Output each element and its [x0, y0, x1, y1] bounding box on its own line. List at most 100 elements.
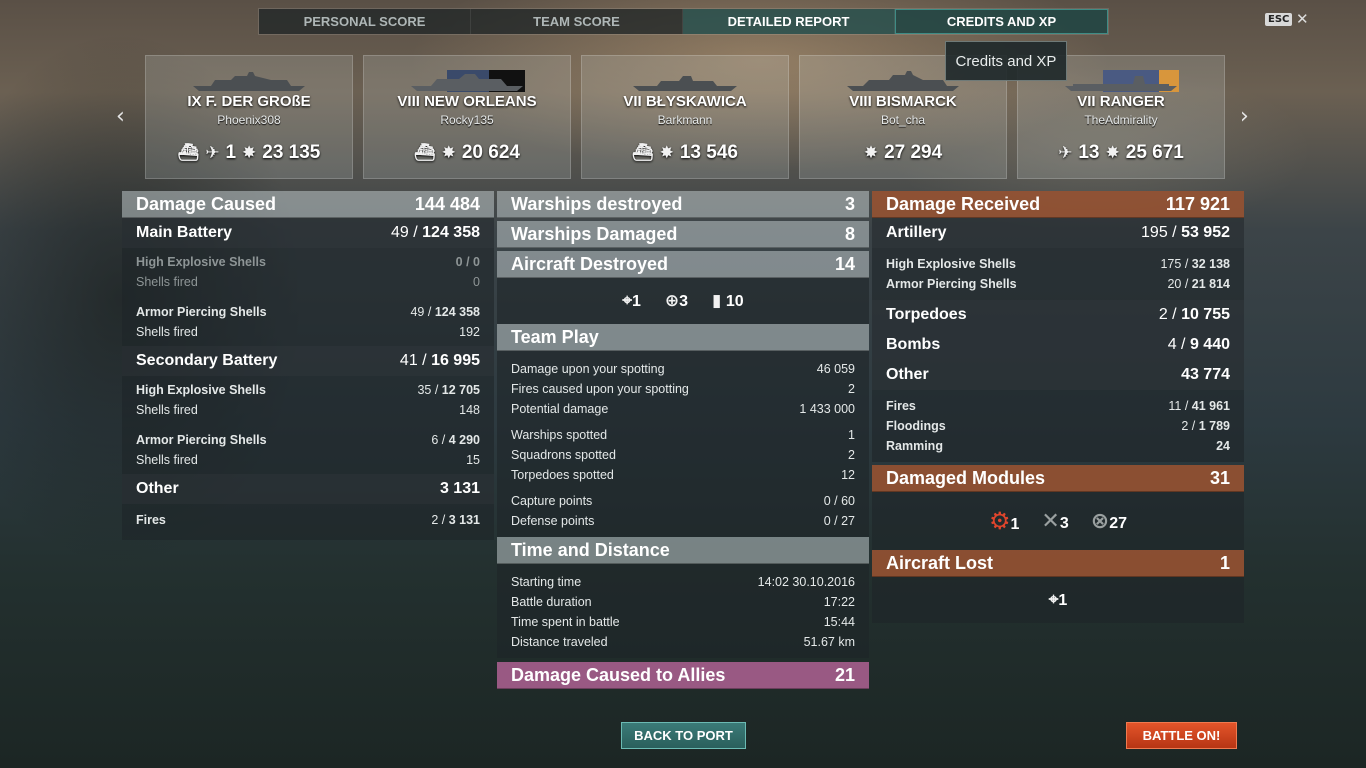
stat-row: Shells fired 15	[136, 453, 480, 467]
back-to-port-button[interactable]: BACK TO PORT	[621, 722, 746, 749]
battle-on-button[interactable]: BATTLE ON!	[1126, 722, 1237, 749]
stat-row: Battle duration 17:22	[511, 595, 855, 609]
ship-sunk-icon: ⛴	[414, 143, 436, 163]
stat-row: Fires 11 / 41 961	[886, 399, 1230, 413]
stat-row: Time spent in battle 15:44	[511, 615, 855, 629]
damage-received-panel: Damage Received 117 921 Artillery 195 / 53…	[872, 191, 1244, 623]
ship-silhouette-icon	[847, 71, 959, 91]
stat-row: Ramming 24	[886, 439, 1230, 453]
main-battery-row: Main Battery 49 / 124 358	[122, 218, 494, 248]
player-name: TheAdmirality	[1084, 113, 1158, 127]
stat-row: Shells fired 0	[136, 275, 480, 289]
stat-row: Torpedoes spotted 12	[511, 468, 855, 482]
stat-row: Starting time 14:02 30.10.2016	[511, 575, 855, 589]
ship-card[interactable]: VII BŁYSKAWICA Barkmann ⛴ ✸ 13 546	[581, 55, 789, 179]
ship-name: VII BŁYSKAWICA	[623, 93, 747, 110]
ship-silhouette-icon	[1065, 70, 1179, 92]
tab-personal-score[interactable]: PERSONAL SCORE	[259, 9, 471, 34]
other-received-row: Other 43 774	[872, 360, 1244, 390]
main-battery-details: High Explosive Shells 0 / 0 Shells fired 0…	[122, 248, 494, 346]
ship-card[interactable]: VIII NEW ORLEANS Rocky135 ⛴ ✸ 20 624	[363, 55, 571, 179]
stat-row: Warships spotted 1	[511, 428, 855, 442]
bombs-row: Bombs 4 / 9 440	[872, 330, 1244, 360]
damage-icon: ✸	[1105, 143, 1120, 163]
stat-row: Damage upon your spotting 46 059	[511, 362, 855, 376]
stat-row: Armor Piercing Shells 49 / 124 358	[136, 305, 480, 319]
engine-module-icon: ⚙	[989, 507, 1011, 535]
player-name: Rocky135	[440, 113, 494, 127]
aa-module-icon: ⊗	[1090, 508, 1110, 534]
planes-count: 1	[225, 142, 237, 163]
warships-damaged-row: Warships Damaged 8	[497, 221, 869, 248]
ship-sunk-icon: ⛴	[632, 143, 654, 163]
damage-received-total: 117 921	[1165, 193, 1230, 214]
next-arrow-icon[interactable]: ›	[1240, 104, 1249, 129]
other-caused-row: Other 3 131	[122, 474, 494, 504]
ship-name: VIII BISMARCK	[849, 93, 957, 110]
team-play-header: Team Play	[497, 324, 869, 351]
damage-value: 27 294	[884, 142, 943, 163]
tab-credits-xp[interactable]: CREDITS AND XP	[895, 9, 1108, 34]
damage-icon: ✸	[863, 143, 879, 163]
aircraft-type-breakdown: ⌖1 ⊕3 ▮ 10	[497, 278, 869, 324]
ship-name: IX F. DER GROßE	[187, 93, 311, 110]
time-distance-details: Starting time 14:02 30.10.2016 Battle dur…	[497, 564, 869, 658]
stat-row: Squadrons spotted 2	[511, 448, 855, 462]
player-name: Barkmann	[657, 113, 713, 127]
damaged-modules-icons: ⚙1 ✕3 ⊗27	[872, 492, 1244, 550]
esc-key-hint[interactable]: ESC	[1265, 13, 1293, 26]
damage-value: 20 624	[461, 142, 520, 163]
stat-row: Defense points 0 / 27	[511, 514, 855, 528]
close-icon[interactable]: ✕	[1296, 10, 1309, 28]
damage-caused-header: Damage Caused 144 484	[122, 191, 494, 218]
torpedo-bomber-icon: ▮	[712, 291, 722, 311]
damage-value: 23 135	[262, 142, 321, 163]
planes-count: 13	[1078, 142, 1100, 163]
other-caused-details: Fires 2 / 3 131	[122, 504, 494, 540]
damaged-modules-header: Damaged Modules 31	[872, 465, 1244, 492]
player-name: Bot_cha	[880, 113, 926, 127]
ship-silhouette-icon	[411, 70, 525, 92]
torpedoes-row: Torpedoes 2 / 10 755	[872, 300, 1244, 330]
stat-row: Potential damage 1 433 000	[511, 402, 855, 416]
combat-summary-panel: Warships destroyed 3 Warships Damaged 8 Ai…	[497, 191, 869, 689]
damage-caused-total: 144 484	[414, 193, 480, 214]
ship-silhouette-icon	[633, 76, 737, 91]
damage-value: 25 671	[1125, 142, 1184, 163]
other-received-details: Fires 11 / 41 961 Floodings 2 / 1 789 Ramm…	[872, 390, 1244, 462]
stat-row: Floodings 2 / 1 789	[886, 419, 1230, 433]
fighter-crosshair-icon: ⌖	[1048, 590, 1059, 610]
stat-row: Shells fired 148	[136, 403, 480, 417]
damage-value: 13 546	[679, 142, 738, 163]
stat-row: Fires caused upon your spotting 2	[511, 382, 855, 396]
damage-received-header: Damage Received 117 921	[872, 191, 1244, 218]
prev-arrow-icon[interactable]: ‹	[116, 104, 125, 129]
ship-sunk-icon: ⛴	[177, 143, 200, 163]
tooltip: Credits and XP	[945, 41, 1067, 81]
damage-icon: ✸	[441, 143, 456, 163]
damage-icon: ✸	[659, 143, 674, 163]
stat-row: Armor Piercing Shells 20 / 21 814	[886, 277, 1230, 291]
plane-destroyed-icon: ✈	[1058, 143, 1073, 163]
stat-row: Armor Piercing Shells 6 / 4 290	[136, 433, 480, 447]
stat-row: High Explosive Shells 35 / 12 705	[136, 383, 480, 397]
damage-icon: ✸	[242, 143, 257, 163]
aircraft-destroyed-row: Aircraft Destroyed 14	[497, 251, 869, 278]
stat-row: Distance traveled 51.67 km	[511, 635, 855, 649]
stat-row: High Explosive Shells 0 / 0	[136, 255, 480, 269]
aircraft-lost-icons: ⌖1	[872, 577, 1244, 623]
tab-detailed-report[interactable]: DETAILED REPORT	[683, 9, 895, 34]
stat-row: Fires 2 / 3 131	[136, 513, 480, 527]
plane-destroyed-icon: ✈	[205, 143, 220, 163]
ship-name: VIII NEW ORLEANS	[397, 93, 537, 110]
time-distance-header: Time and Distance	[497, 537, 869, 564]
player-name: Phoenix308	[217, 113, 281, 127]
aircraft-lost-header: Aircraft Lost 1	[872, 550, 1244, 577]
secondary-battery-details: High Explosive Shells 35 / 12 705 Shells …	[122, 376, 494, 474]
tab-team-score[interactable]: TEAM SCORE	[471, 9, 683, 34]
ship-card[interactable]: IX F. DER GROßE Phoenix308 ⛴ ✈ 1 ✸ 23 135	[145, 55, 353, 179]
artillery-details: High Explosive Shells 175 / 32 138 Armor …	[872, 248, 1244, 300]
stat-row: High Explosive Shells 175 / 32 138	[886, 257, 1230, 271]
artillery-row: Artillery 195 / 53 952	[872, 218, 1244, 248]
ship-silhouette-icon	[193, 72, 305, 91]
